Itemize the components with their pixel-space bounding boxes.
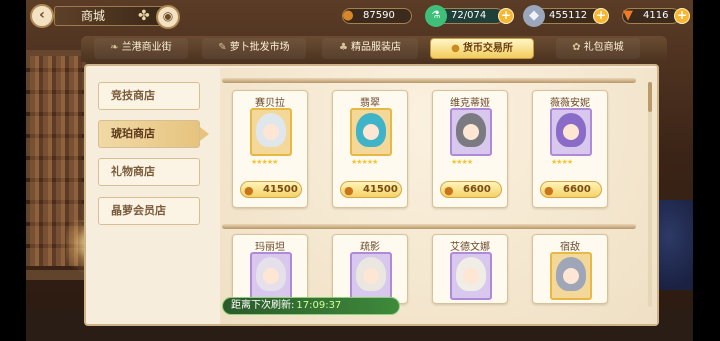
- portrait-face: [563, 268, 579, 284]
- portrait-face: [363, 268, 379, 284]
- diamond-counter: ◆ 455112: [523, 5, 602, 27]
- carrot-coin-value: 87590: [363, 10, 395, 21]
- item-name: 疏影: [360, 242, 380, 253]
- rarity-stars: ★★★★★: [251, 158, 278, 166]
- carrot-coin-icon: ●: [544, 184, 554, 197]
- shop-item-card[interactable]: 宿敌: [532, 234, 608, 304]
- character-portrait: [250, 108, 292, 156]
- price-value: 6600: [563, 184, 591, 195]
- stamina-value: 72/074: [451, 10, 487, 21]
- leaf-icon: ❧: [110, 42, 119, 53]
- price-value: 6600: [463, 184, 491, 195]
- tab-langang-street[interactable]: ❧ 兰港商业街: [94, 38, 188, 59]
- sidebar-item-member-shop[interactable]: 晶萝会员店: [98, 197, 200, 225]
- back-button[interactable]: ‹: [30, 4, 54, 28]
- carrot-coin-icon: ●: [444, 184, 454, 197]
- carrot-value: 4116: [643, 10, 669, 21]
- shop-item-card[interactable]: 薇薇安妮 ★★★★ ● 6600: [532, 90, 608, 208]
- portrait-face: [463, 124, 479, 140]
- carrot-coin-icon: ●: [244, 184, 254, 197]
- tab-gift-pack[interactable]: ✿ 礼包商城: [556, 38, 640, 59]
- item-name: 艾德文娜: [450, 242, 490, 253]
- shop-item-card[interactable]: 艾德文娜: [432, 234, 508, 304]
- add-carrot-button[interactable]: +: [674, 8, 690, 24]
- price-button[interactable]: ● 6600: [440, 181, 502, 198]
- item-name: 宿敌: [560, 242, 580, 253]
- shop-item-card[interactable]: 翡翠 ★★★★★ ● 41500: [332, 90, 408, 208]
- eye-icon: ◉: [162, 9, 174, 23]
- shop-item-card[interactable]: 疏影: [332, 234, 408, 304]
- portrait-face: [263, 268, 279, 284]
- rarity-stars: ★★★★★: [351, 158, 378, 166]
- carrot-coin-counter: ● 87590: [342, 8, 412, 24]
- portrait-face: [563, 124, 579, 140]
- diamond-icon: ◆: [523, 5, 545, 27]
- page-title: 商城: [81, 9, 106, 23]
- item-name: 维克蒂娅: [450, 98, 490, 109]
- item-name: 翡翠: [360, 98, 380, 109]
- character-portrait: [450, 252, 492, 300]
- tab-carrot-market[interactable]: ✎ 萝卜批发市场: [202, 38, 306, 59]
- tab-boutique[interactable]: ♣ 精品服装店: [322, 38, 418, 59]
- diamond-value: 455112: [549, 10, 588, 21]
- rarity-stars: ★★★★: [551, 158, 573, 166]
- back-arrow-icon: ‹: [39, 7, 45, 23]
- game-screen: 商城 ‹ ✤ ◉ ● 87590 ⚗ 72/074 + ◆ 455112 + ▼…: [26, 0, 693, 341]
- price-button[interactable]: ● 6600: [540, 181, 602, 198]
- item-name: 玛丽坦: [255, 242, 285, 253]
- shop-item-card[interactable]: 赛贝拉 ★★★★★ ● 41500: [232, 90, 308, 208]
- carrot-coin-icon: ●: [344, 184, 354, 197]
- character-portrait: [350, 252, 392, 300]
- carrot-icon: ▼: [623, 8, 633, 23]
- home-button[interactable]: ◉: [156, 5, 180, 29]
- scrollbar-track[interactable]: [648, 82, 652, 307]
- hat-icon: ♣: [339, 42, 348, 53]
- carrot-icon: ✎: [218, 42, 227, 53]
- gift-icon: ✿: [572, 42, 581, 53]
- add-stamina-button[interactable]: +: [498, 8, 514, 24]
- add-diamond-button[interactable]: +: [593, 8, 609, 24]
- coin-icon: ●: [451, 43, 460, 54]
- stamina-potion-icon: ⚗: [425, 5, 447, 27]
- tab-currency-exchange[interactable]: ● 货币交易所: [430, 38, 534, 59]
- price-value: 41500: [263, 184, 298, 195]
- price-button[interactable]: ● 41500: [240, 181, 302, 198]
- scrollbar-thumb[interactable]: [648, 82, 652, 112]
- character-portrait: [550, 252, 592, 300]
- stamina-counter: ⚗ 72/074: [425, 5, 504, 27]
- character-portrait: [250, 252, 292, 300]
- shop-item-card[interactable]: 玛丽坦: [232, 234, 308, 304]
- sidebar-item-amber-shop[interactable]: 琥珀商店: [98, 120, 209, 148]
- price-value: 41500: [363, 184, 398, 195]
- character-portrait: [450, 108, 492, 156]
- character-portrait: [350, 108, 392, 156]
- sidebar-item-arena-shop[interactable]: 竞技商店: [98, 82, 200, 110]
- shop-item-card[interactable]: 维克蒂娅 ★★★★ ● 6600: [432, 90, 508, 208]
- carrot-counter: ▼ 4116: [622, 8, 680, 24]
- refresh-timer-value: 17:09:37: [296, 300, 342, 311]
- rarity-stars: ★★★★: [451, 158, 473, 166]
- clover-icon: ✤: [138, 8, 150, 24]
- sidebar-item-gift-shop[interactable]: 礼物商店: [98, 158, 200, 186]
- hanging-rod: [222, 224, 636, 229]
- refresh-timer-label: 距离下次刷新:: [231, 300, 295, 311]
- item-name: 赛贝拉: [255, 98, 285, 109]
- portrait-face: [363, 124, 379, 140]
- hanging-rod: [222, 78, 636, 83]
- character-portrait: [550, 108, 592, 156]
- portrait-face: [463, 268, 479, 284]
- item-name: 薇薇安妮: [550, 98, 590, 109]
- carrot-coin-icon: ●: [342, 8, 354, 23]
- refresh-timer: 距离下次刷新: 17:09:37: [222, 297, 400, 315]
- price-button[interactable]: ● 41500: [340, 181, 402, 198]
- portrait-face: [263, 124, 279, 140]
